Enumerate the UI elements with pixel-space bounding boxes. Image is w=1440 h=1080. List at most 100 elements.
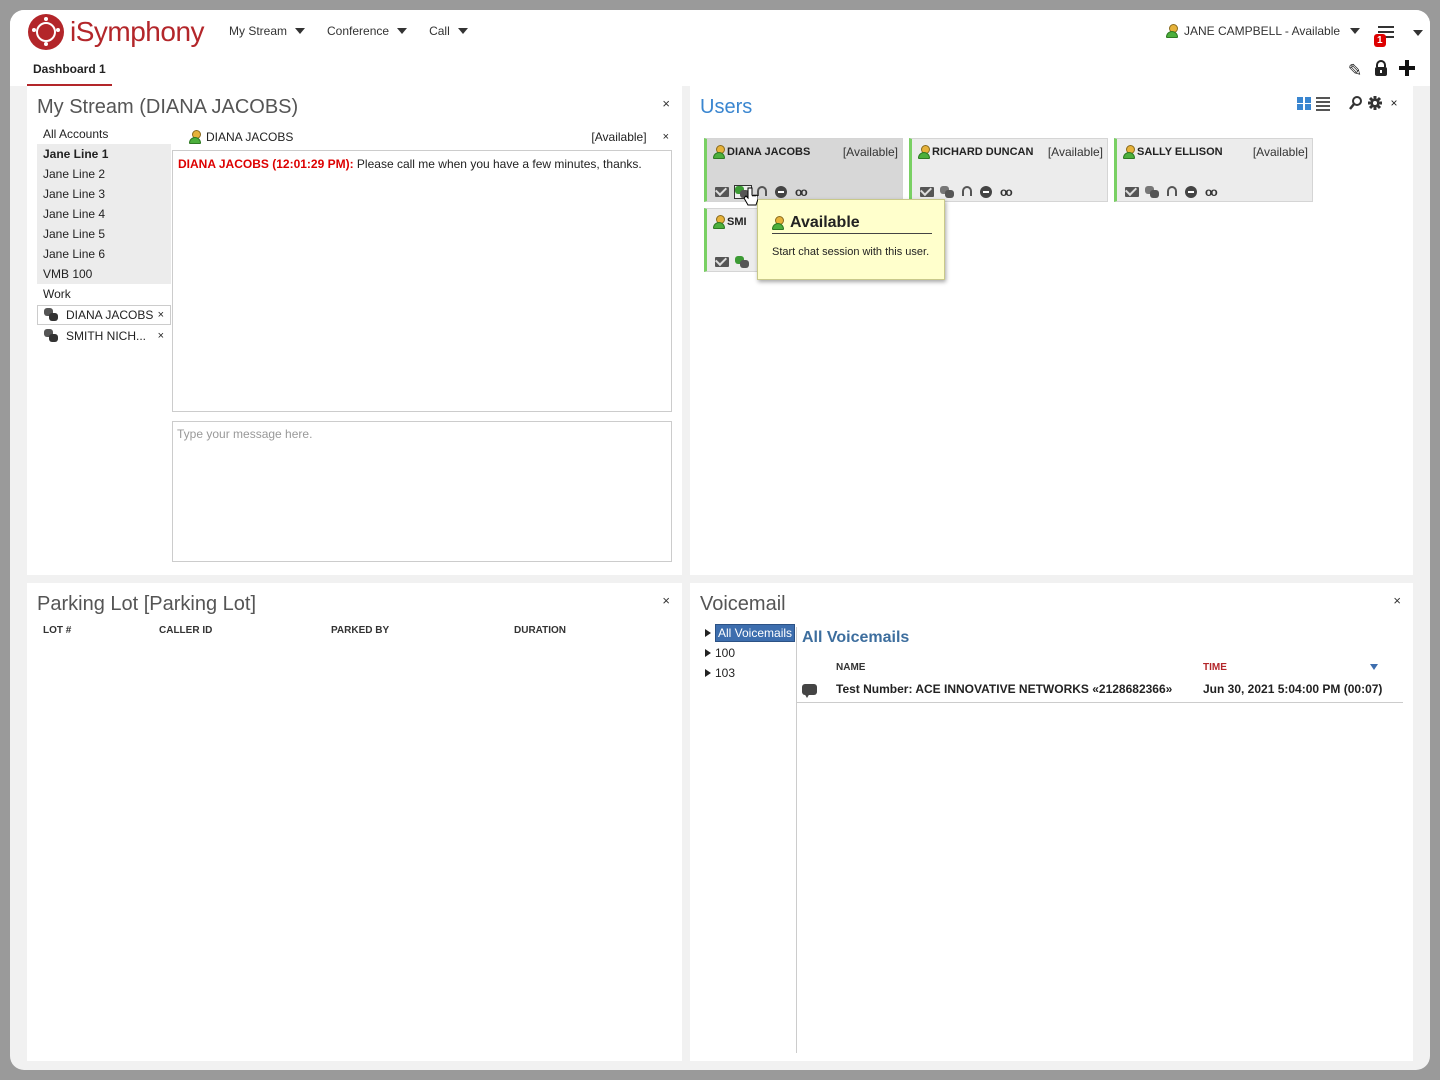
tree-item-label: 103 [715,666,736,680]
user-status: [Available] [1252,145,1308,159]
list-view-icon[interactable] [1316,96,1330,111]
user-name: SALLY ELLISON [1137,146,1223,158]
column-caller-id[interactable]: CALLER ID [159,625,212,636]
tree-item-label: All Voicemails [715,624,796,642]
column-duration[interactable]: DURATION [514,625,566,636]
my-stream-panel: My Stream (DIANA JACOBS) × All Accounts … [27,86,682,575]
close-icon[interactable]: × [158,327,164,345]
tree-item-label: 100 [715,646,736,660]
message-input[interactable] [172,421,672,562]
tree-item-all-voicemails[interactable]: All Voicemails [705,623,796,643]
account-jane-line-1[interactable]: Jane Line 1 [37,144,171,164]
account-work[interactable]: Work [37,284,171,304]
plus-icon[interactable] [1398,60,1416,81]
notification-badge: 1 [1374,34,1386,47]
email-icon[interactable] [1125,186,1141,198]
voicemail-row[interactable]: Test Number: ACE INNOVATIVE NETWORKS «21… [802,679,1402,699]
chevron-down-icon [295,28,306,34]
conversation-header: DIANA JACOBS [Available] × [173,126,673,148]
gear-icon[interactable] [1368,96,1382,110]
user-card-smith[interactable]: SMI [704,208,764,272]
column-time[interactable]: TIME [1203,662,1227,673]
user-available-icon [189,130,201,144]
tooltip-title: Available [772,214,932,234]
voicemail-icon[interactable]: oo [1000,186,1016,198]
chat-icon[interactable] [1145,186,1161,198]
user-card-name: SMI [713,215,747,229]
users-toolbar: × [1297,96,1401,111]
email-icon[interactable] [920,186,936,198]
do-not-disturb-icon[interactable] [775,186,791,198]
hand-cursor-icon [744,187,758,206]
tree-item-103[interactable]: 103 [705,663,795,683]
voicemail-icon[interactable]: oo [1205,186,1221,198]
voicemail-icon[interactable]: oo [795,186,811,198]
account-jane-line-5[interactable]: Jane Line 5 [37,224,171,244]
search-icon[interactable] [1349,96,1363,110]
headset-icon[interactable] [960,186,976,198]
column-parked-by[interactable]: PARKED BY [331,625,389,636]
message-text: Please call me when you have a few minut… [353,157,642,171]
user-card-richard-duncan[interactable]: RICHARD DUNCAN [Available] oo [909,138,1108,202]
account-jane-line-2[interactable]: Jane Line 2 [37,164,171,184]
account-jane-line-4[interactable]: Jane Line 4 [37,204,171,224]
account-jane-line-6[interactable]: Jane Line 6 [37,244,171,264]
user-status: [Available] [842,145,898,159]
tooltip-description: Start chat session with this user. [772,246,930,258]
chat-item-label: SMITH NICH... [66,329,146,343]
divider [796,627,797,1053]
expand-arrow-icon[interactable] [705,649,711,657]
user-available-icon [1166,24,1178,38]
notifications-button[interactable]: 1 [1374,24,1400,50]
close-icon[interactable]: × [158,306,164,324]
account-vmb-100[interactable]: VMB 100 [37,264,171,284]
chat-icon[interactable] [735,256,751,268]
chevron-down-icon [1350,28,1361,34]
chat-item-diana-jacobs[interactable]: DIANA JACOBS × [37,305,171,325]
chevron-down-icon[interactable] [1413,30,1423,36]
main-menu: My Stream Conference Call [229,24,490,38]
expand-arrow-icon[interactable] [705,669,711,677]
user-card-diana-jacobs[interactable]: DIANA JACOBS [Available] oo [704,138,903,202]
user-card-sally-ellison[interactable]: SALLY ELLISON [Available] oo [1114,138,1313,202]
close-icon[interactable]: × [662,593,670,608]
menu-label: Call [429,24,450,38]
grid-view-icon[interactable] [1297,96,1311,110]
expand-arrow-icon[interactable] [705,629,711,637]
sort-desc-icon[interactable] [1370,664,1378,670]
lock-icon[interactable] [1372,60,1390,81]
email-icon[interactable] [715,186,731,198]
voicemail-tree: All Voicemails 100 103 [705,623,796,683]
column-lot-number[interactable]: LOT # [43,625,71,636]
headset-icon[interactable] [1165,186,1181,198]
users-panel: Users × DIANA JACOBS [Available] oo RICH… [690,86,1413,575]
chat-icon[interactable] [940,186,956,198]
user-available-icon [713,215,725,229]
close-icon[interactable]: × [662,96,670,111]
email-icon[interactable] [715,256,731,268]
user-status-menu[interactable]: JANE CAMPBELL - Available [1166,24,1361,38]
conversation-log: DIANA JACOBS (12:01:29 PM): Please call … [172,150,672,412]
do-not-disturb-icon[interactable] [980,186,996,198]
close-icon[interactable]: × [1393,593,1401,608]
close-icon[interactable]: × [1387,96,1401,110]
close-icon[interactable]: × [663,131,669,143]
voicemail-name: Test Number: ACE INNOVATIVE NETWORKS «21… [836,682,1173,696]
pencil-icon[interactable]: ✎ [1346,61,1364,81]
user-actions: oo [715,185,811,199]
conversation-user: DIANA JACOBS [206,130,294,144]
column-name[interactable]: NAME [836,662,865,673]
menu-my-stream[interactable]: My Stream [229,24,306,38]
user-status: [Available] [1047,145,1103,159]
menu-call[interactable]: Call [429,24,468,38]
do-not-disturb-icon[interactable] [1185,186,1201,198]
user-actions [715,256,751,268]
tree-item-100[interactable]: 100 [705,643,795,663]
user-name: DIANA JACOBS [727,146,811,158]
parking-lot-panel: Parking Lot [Parking Lot] × LOT # CALLER… [27,583,682,1061]
tab-dashboard-1[interactable]: Dashboard 1 [27,56,112,86]
account-jane-line-3[interactable]: Jane Line 3 [37,184,171,204]
menu-conference[interactable]: Conference [327,24,408,38]
account-all[interactable]: All Accounts [37,124,171,144]
chat-item-smith-nich[interactable]: SMITH NICH... × [37,326,171,346]
